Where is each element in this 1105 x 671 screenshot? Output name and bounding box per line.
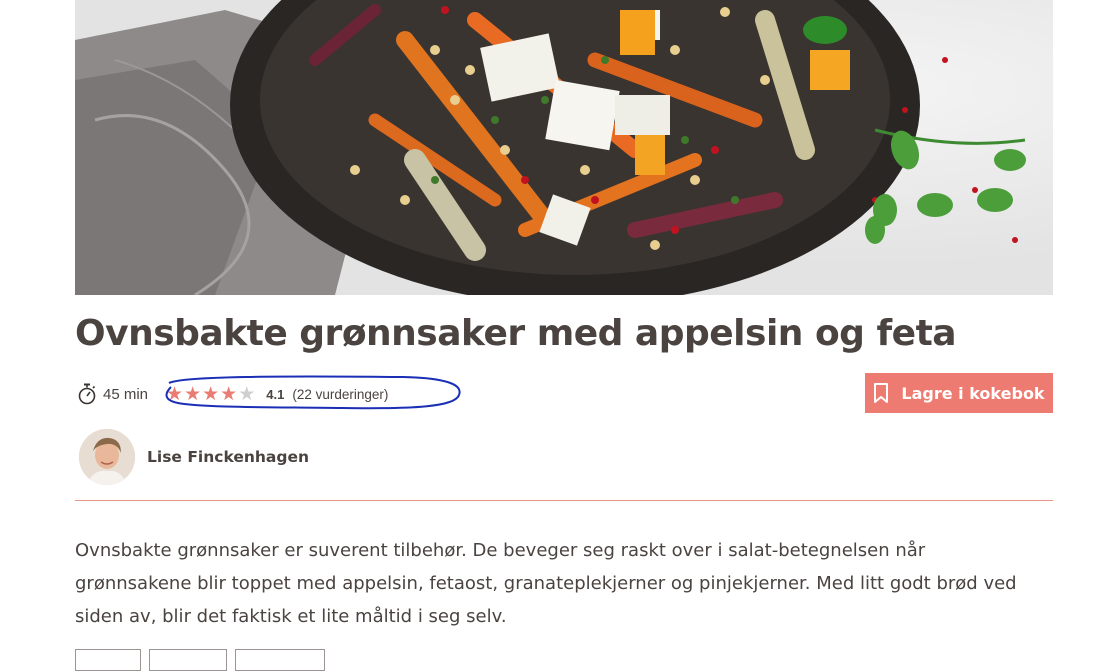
author-avatar[interactable] [79,429,135,485]
cooking-time: 45 min [103,385,149,403]
save-to-cookbook-button[interactable]: Lagre i kokebok [865,373,1053,413]
stopwatch-icon [77,383,97,405]
hand-drawn-annotation [165,375,461,410]
divider [75,500,1053,501]
tag[interactable] [235,649,325,671]
save-button-label: Lagre i kokebok [901,383,1045,403]
author[interactable]: Lise Finckenhagen [79,429,309,485]
tag[interactable] [75,649,141,671]
tag-list [75,649,333,671]
bookmark-icon [873,383,889,403]
tag[interactable] [149,649,227,671]
author-name[interactable]: Lise Finckenhagen [147,448,309,466]
recipe-intro: Ovnsbakte grønnsaker er suverent tilbehø… [75,540,1017,627]
hero-image [75,0,1053,295]
recipe-title: Ovnsbakte grønnsaker med appelsin og fet… [75,313,957,354]
